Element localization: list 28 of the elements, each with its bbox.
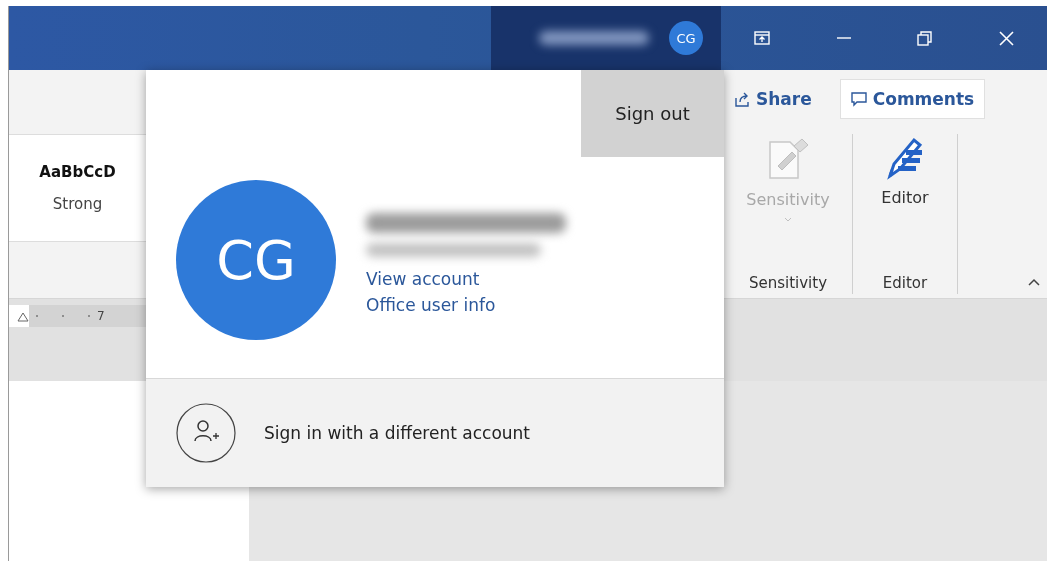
restore-icon xyxy=(917,30,934,46)
group-label: Sensitivity xyxy=(748,274,828,294)
minimize-icon xyxy=(835,37,852,39)
ribbon-display-options-icon xyxy=(753,30,770,46)
style-sample-text: AaBbCcD xyxy=(39,163,116,181)
switch-account-item[interactable]: Sign in with a different account xyxy=(146,379,724,487)
collapse-ribbon-button[interactable] xyxy=(1026,276,1042,288)
close-icon xyxy=(999,30,1016,46)
account-avatar-button[interactable]: CG xyxy=(669,21,703,55)
ruler-ticks-drawing xyxy=(33,312,93,320)
add-person-icon xyxy=(176,403,236,463)
group-label: Editor xyxy=(882,274,928,294)
caret-up-icon xyxy=(1028,278,1040,286)
share-icon xyxy=(734,91,750,107)
style-gallery-item[interactable]: AaBbCcD Strong xyxy=(9,134,146,242)
sign-out-button[interactable]: Sign out xyxy=(581,70,724,157)
comments-button[interactable]: Comments xyxy=(839,79,986,119)
style-name: Strong xyxy=(52,195,103,213)
indent-marker-icon xyxy=(17,310,29,322)
avatar-circle: CG xyxy=(176,180,336,340)
editor-button[interactable]: Editor xyxy=(879,134,931,209)
comment-icon xyxy=(850,91,867,107)
ruler-number: 7 xyxy=(97,309,105,323)
account-link[interactable]: View account xyxy=(366,269,480,289)
tag-document-icon xyxy=(766,136,810,182)
share-button[interactable]: Share xyxy=(728,79,818,119)
account-link[interactable]: Office user info xyxy=(366,295,496,315)
chevron-down-icon xyxy=(784,217,792,222)
